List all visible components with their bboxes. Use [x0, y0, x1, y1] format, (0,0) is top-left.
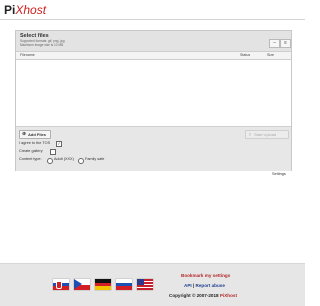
settings-link[interactable]: Settings	[272, 172, 286, 176]
gallery-label: Create gallery	[19, 149, 43, 153]
usa-flag-icon[interactable]	[137, 279, 153, 290]
file-drop-area[interactable]	[16, 60, 291, 126]
add-files-button[interactable]: ⊕ Add Files	[19, 130, 51, 139]
footer-links: API | Report abuse	[184, 283, 225, 289]
minus-icon[interactable]: –	[269, 39, 280, 48]
api-link[interactable]: API	[184, 283, 192, 288]
family-safe-option-label: Family safe	[85, 157, 105, 161]
copyright-brand[interactable]: PiXhost	[220, 293, 237, 298]
grid-icon[interactable]: ≡	[280, 39, 291, 48]
column-status[interactable]: Status	[240, 53, 250, 57]
germany-flag-icon[interactable]	[95, 279, 111, 290]
czech-flag-icon[interactable]	[74, 279, 90, 290]
adult-radio[interactable]	[47, 158, 53, 164]
start-upload-button[interactable]: ⇧ Start Upload	[245, 130, 289, 139]
plus-circle-icon: ⊕	[22, 131, 27, 137]
bookmark-settings-link[interactable]: Bookmark my settings	[181, 273, 230, 279]
column-filename[interactable]: Filename	[20, 53, 35, 57]
gallery-checkbox[interactable]	[50, 149, 56, 155]
copyright: Copyright © 2007-2018 PiXhost	[169, 293, 237, 299]
logo[interactable]: PiXhost	[4, 3, 46, 17]
header-divider	[0, 19, 305, 20]
upload-header: Select files Supported formats: gif, png…	[16, 31, 291, 51]
content-type-label: Content type:	[19, 157, 42, 161]
file-list-header: Filename Status Size	[16, 51, 291, 60]
upload-panel: Select files Supported formats: gif, png…	[15, 30, 292, 176]
tos-label: I agree to the TOS	[19, 141, 51, 145]
russia-flag-icon[interactable]	[116, 279, 132, 290]
upload-icon: ⇧	[248, 132, 252, 137]
adult-option-label: Adult (XXX)	[54, 157, 74, 161]
column-size[interactable]: Size	[267, 53, 274, 57]
family-safe-radio[interactable]	[78, 158, 84, 164]
top-bar: PiXhost	[0, 0, 305, 20]
footer: Bookmark my settings API | Report abuse …	[0, 263, 305, 306]
copyright-text: Copyright © 2007-2018	[169, 293, 219, 298]
tos-checkbox[interactable]: ✓	[56, 141, 62, 147]
slovakia-flag-icon[interactable]	[53, 279, 69, 290]
max-size-note: Maximum image size is 10 MB	[20, 43, 64, 47]
footer-separator: |	[192, 283, 195, 288]
report-abuse-link[interactable]: Report abuse	[196, 283, 225, 288]
upload-controls: ⊕ Add Files ⇧ Start Upload I agree to th…	[16, 126, 291, 176]
